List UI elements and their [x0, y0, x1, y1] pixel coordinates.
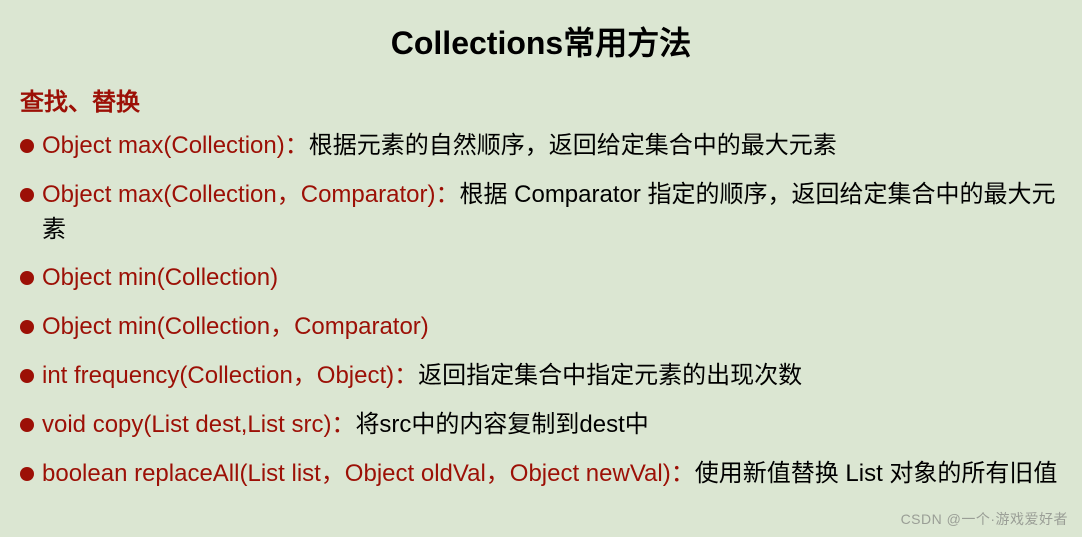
method-list: Object max(Collection)：根据元素的自然顺序，返回给定集合中… — [20, 129, 1062, 491]
list-item: Object max(Collection，Comparator)：根据 Com… — [20, 178, 1062, 248]
list-item: int frequency(Collection，Object)：返回指定集合中… — [20, 359, 1062, 394]
method-code: void copy(List dest,List src)： — [42, 411, 355, 438]
method-desc: 根据元素的自然顺序，返回给定集合中的最大元素 — [309, 132, 837, 159]
list-item: Object min(Collection，Comparator) — [20, 310, 1062, 345]
method-code: boolean replaceAll(List list，Object oldV… — [42, 460, 695, 487]
method-desc: 将src中的内容复制到dest中 — [355, 411, 648, 438]
section-subtitle: 查找、替换 — [20, 82, 1062, 117]
method-desc: 返回指定集合中指定元素的出现次数 — [418, 362, 802, 389]
method-code: Object max(Collection，Comparator)： — [42, 181, 459, 208]
page-title: Collections常用方法 — [20, 18, 1062, 64]
method-desc: 使用新值替换 List 对象的所有旧值 — [695, 460, 1058, 487]
list-item: Object max(Collection)：根据元素的自然顺序，返回给定集合中… — [20, 129, 1062, 164]
method-code: Object min(Collection) — [42, 264, 278, 291]
method-code: Object min(Collection，Comparator) — [42, 313, 429, 340]
list-item: void copy(List dest,List src)：将src中的内容复制… — [20, 408, 1062, 443]
method-code: int frequency(Collection，Object)： — [42, 362, 418, 389]
watermark-text: CSDN @一个·游戏爱好者 — [901, 509, 1068, 529]
list-item: Object min(Collection) — [20, 261, 1062, 296]
method-code: Object max(Collection)： — [42, 132, 309, 159]
list-item: boolean replaceAll(List list，Object oldV… — [20, 457, 1062, 492]
